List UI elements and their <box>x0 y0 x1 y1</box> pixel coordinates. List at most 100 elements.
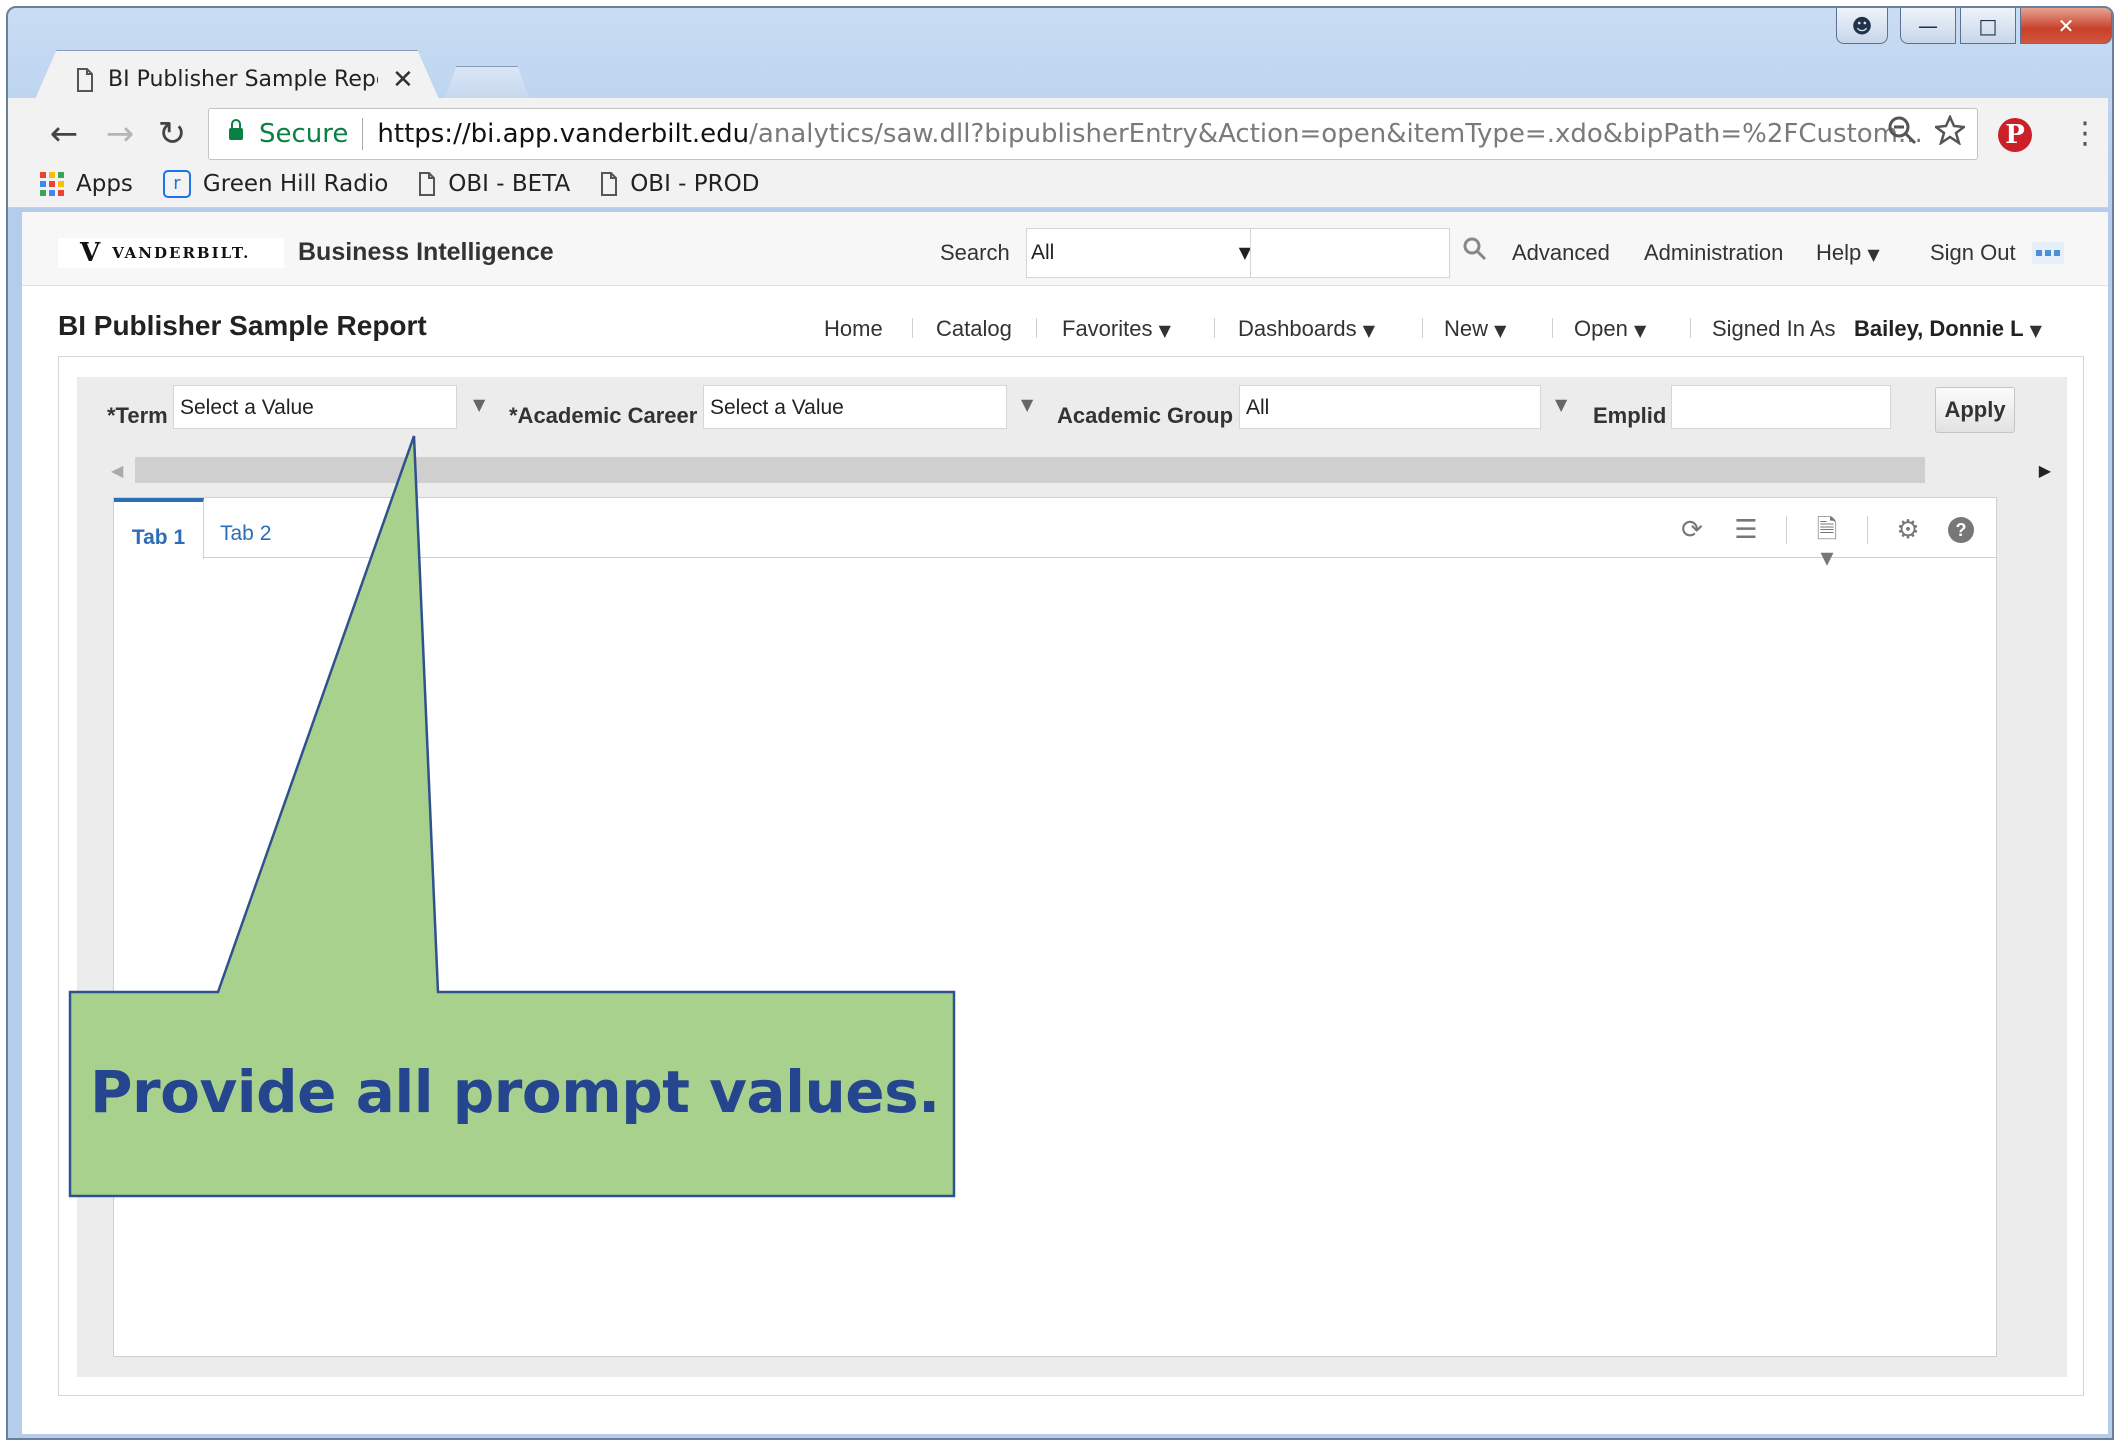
star-bookmark-icon[interactable] <box>1935 115 1965 145</box>
sign-out-link[interactable]: Sign Out <box>1930 240 2016 266</box>
export-icon[interactable]: 🗎▾ <box>1813 516 1841 572</box>
zoom-icon[interactable] <box>1887 115 1917 145</box>
divider <box>1690 318 1691 338</box>
search-label: Search <box>940 240 1010 265</box>
chevron-down-icon: ▼ <box>1362 321 1376 340</box>
user-name: Bailey, Donnie L <box>1854 316 2024 341</box>
close-window-button[interactable]: ✕ <box>2020 8 2112 44</box>
academic-group-label: Academic Group <box>1057 403 1234 428</box>
academic-group-select[interactable]: All <box>1239 385 1541 429</box>
chevron-down-icon: ▼ <box>1158 321 1171 340</box>
new-label: New <box>1444 316 1489 341</box>
academic-group-dropdown-icon[interactable]: ▼ <box>1555 395 1567 414</box>
reload-icon[interactable]: ↻ <box>150 114 194 154</box>
nav-catalog[interactable]: Catalog <box>936 316 1012 342</box>
nav-dashboards[interactable]: Dashboards ▼ <box>1238 316 1375 342</box>
dashboard-bar: BI Publisher Sample Report Home Catalog … <box>22 288 2108 358</box>
url-path: /analytics/saw.dll?bipublisherEntry&Acti… <box>749 119 1923 149</box>
open-label: Open <box>1574 316 1628 341</box>
report-toolbar: ⟳ ☰ 🗎▾ ⚙ ? <box>1678 516 1974 572</box>
nav-new[interactable]: New ▼ <box>1444 316 1506 342</box>
divider <box>1786 516 1787 544</box>
gear-icon[interactable]: ⚙ <box>1894 516 1922 544</box>
prompt-row: *Term Select a Value ▼ *Academic Career … <box>107 381 2057 441</box>
help-label: Help <box>1816 240 1862 265</box>
omnibox-actions <box>1887 115 1965 145</box>
maximize-button[interactable]: □ <box>1960 8 2016 44</box>
chrome-menu-icon[interactable]: ⋮ <box>2070 116 2100 151</box>
menu-grid-icon[interactable] <box>2032 242 2064 264</box>
dashboards-label: Dashboards <box>1238 316 1357 341</box>
bookmarks-bar: Apps r Green Hill Radio OBI - BETA OBI -… <box>40 170 789 198</box>
scroll-right-icon[interactable]: ▶ <box>2039 461 2051 480</box>
help-menu[interactable]: Help ▼ <box>1816 240 1880 266</box>
page-icon <box>601 172 618 196</box>
term-dropdown-icon[interactable]: ▼ <box>473 395 485 414</box>
tab-1[interactable]: Tab 1 <box>114 498 204 559</box>
tab-2[interactable]: Tab 2 <box>220 498 271 558</box>
bookmark-apps[interactable]: Apps <box>40 171 133 197</box>
user-menu[interactable]: Bailey, Donnie L ▼ <box>1854 316 2042 342</box>
emplid-label: Emplid <box>1593 403 1667 428</box>
chevron-down-icon: ▼ <box>1494 321 1507 340</box>
lock-icon <box>229 119 243 140</box>
callout-text: Provide all prompt values. <box>90 1058 940 1126</box>
close-tab-icon[interactable]: ✕ <box>392 64 414 95</box>
minimize-button[interactable]: — <box>1900 8 1956 44</box>
divider <box>912 318 913 338</box>
pinterest-icon[interactable]: P <box>1998 118 2032 152</box>
report-panel: *Term Select a Value ▼ *Academic Career … <box>77 377 2067 1377</box>
scroll-left-icon[interactable]: ◀ <box>111 461 123 480</box>
term-label: *Term <box>107 403 168 428</box>
help-icon[interactable]: ? <box>1948 517 1974 543</box>
search-icon[interactable] <box>1462 236 1488 262</box>
browser-toolbar: ← → ↻ Secure https://bi.app.vanderbilt.e… <box>8 98 2108 208</box>
report-area: Tab 1 Tab 2 ⟳ ☰ 🗎▾ ⚙ ? <box>113 497 1997 1357</box>
page-icon <box>77 67 93 92</box>
address-bar[interactable]: Secure https://bi.app.vanderbilt.edu /an… <box>208 108 1978 160</box>
bookmark-obi-prod[interactable]: OBI - PROD <box>600 171 759 197</box>
favorites-label: Favorites <box>1062 316 1153 341</box>
browser-tab-title: BI Publisher Sample Repo <box>108 67 378 92</box>
product-title: Business Intelligence <box>298 238 554 266</box>
list-icon[interactable]: ☰ <box>1732 516 1760 544</box>
academic-career-select[interactable]: Select a Value <box>703 385 1007 429</box>
bookmark-obi-beta[interactable]: OBI - BETA <box>418 171 570 197</box>
bookmark-label: OBI - BETA <box>448 171 571 197</box>
global-header: V VANDERBILT. Business Intelligence Sear… <box>22 212 2108 286</box>
bookmark-green-hill-radio[interactable]: r Green Hill Radio <box>162 170 388 198</box>
nav-open[interactable]: Open ▼ <box>1574 316 1646 342</box>
page-title: BI Publisher Sample Report <box>58 310 427 341</box>
radio-r-icon: r <box>162 170 191 198</box>
chevron-down-icon: ▼ <box>2029 321 2042 340</box>
forward-arrow-icon[interactable]: → <box>98 114 142 154</box>
back-arrow-icon[interactable]: ← <box>42 114 86 154</box>
search-scope-select[interactable]: All ▼ <box>1026 228 1262 278</box>
divider <box>1036 318 1037 338</box>
report-tabs: Tab 1 Tab 2 ⟳ ☰ 🗎▾ ⚙ ? <box>114 498 1996 572</box>
emplid-input[interactable] <box>1671 385 1891 429</box>
nav-favorites[interactable]: Favorites ▼ <box>1062 316 1171 342</box>
secure-label: Secure <box>259 119 349 149</box>
apps-grid-icon <box>40 172 64 196</box>
horizontal-scrollbar[interactable]: ◀ ▶ <box>111 457 2051 483</box>
window-controls: ☻ — □ ✕ <box>1836 8 2112 48</box>
search-input[interactable] <box>1250 228 1450 278</box>
nav-home[interactable]: Home <box>824 316 883 342</box>
search-scope-value: All <box>1031 241 1055 264</box>
administration-link[interactable]: Administration <box>1644 240 1783 266</box>
refresh-icon[interactable]: ⟳ <box>1678 516 1706 544</box>
browser-tab-content[interactable]: BI Publisher Sample Repo ✕ <box>76 64 436 95</box>
profile-icon[interactable]: ☻ <box>1836 8 1888 44</box>
advanced-link[interactable]: Advanced <box>1512 240 1610 266</box>
dashboard-content: *Term Select a Value ▼ *Academic Career … <box>58 356 2084 1396</box>
scrollbar-thumb[interactable] <box>135 457 1925 483</box>
vanderbilt-v-icon: V <box>80 238 103 268</box>
divider <box>1552 318 1553 338</box>
apply-button[interactable]: Apply <box>1935 387 2015 433</box>
bookmark-label: OBI - PROD <box>630 171 760 197</box>
obiee-page: V VANDERBILT. Business Intelligence Sear… <box>22 212 2108 1434</box>
url-host: https://bi.app.vanderbilt.edu <box>377 119 750 149</box>
term-select[interactable]: Select a Value <box>173 385 457 429</box>
academic-career-dropdown-icon[interactable]: ▼ <box>1021 395 1033 414</box>
